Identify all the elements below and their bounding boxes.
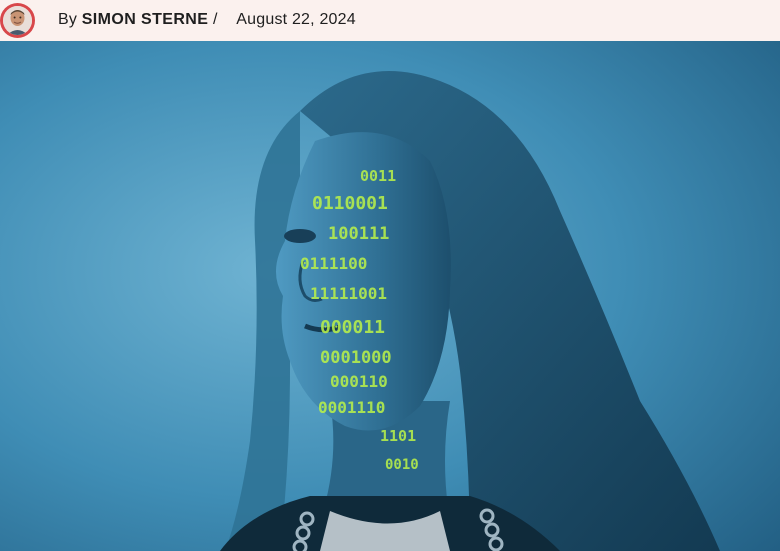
byline-text: By SIMON STERNE / August 22, 2024 bbox=[58, 11, 356, 29]
binary-row: 0001110 bbox=[318, 398, 385, 417]
binary-row: 100111 bbox=[328, 224, 389, 244]
byline-prefix: By bbox=[58, 11, 78, 28]
binary-row: 0011 bbox=[360, 167, 396, 185]
binary-row: 11111001 bbox=[310, 284, 387, 303]
hero-image: 0011 0110001 100111 0111100 11111001 000… bbox=[0, 41, 780, 551]
byline-separator: / bbox=[212, 11, 218, 28]
eye bbox=[284, 229, 316, 243]
publish-date: August 22, 2024 bbox=[236, 11, 356, 28]
avatar-face-icon bbox=[3, 6, 32, 35]
article-byline: By SIMON STERNE / August 22, 2024 bbox=[0, 0, 780, 41]
avatar-photo bbox=[3, 6, 32, 35]
binary-row: 0110001 bbox=[312, 193, 388, 214]
binary-row: 0010 bbox=[385, 457, 419, 473]
binary-row: 000110 bbox=[330, 372, 388, 391]
binary-row: 1101 bbox=[380, 427, 416, 445]
hero-illustration: 0011 0110001 100111 0111100 11111001 000… bbox=[0, 41, 780, 551]
author-avatar[interactable] bbox=[0, 3, 35, 38]
binary-row: 0001000 bbox=[320, 348, 392, 368]
binary-row: 000011 bbox=[320, 317, 385, 338]
binary-row: 0111100 bbox=[300, 254, 367, 273]
author-name-link[interactable]: SIMON STERNE bbox=[82, 11, 209, 28]
